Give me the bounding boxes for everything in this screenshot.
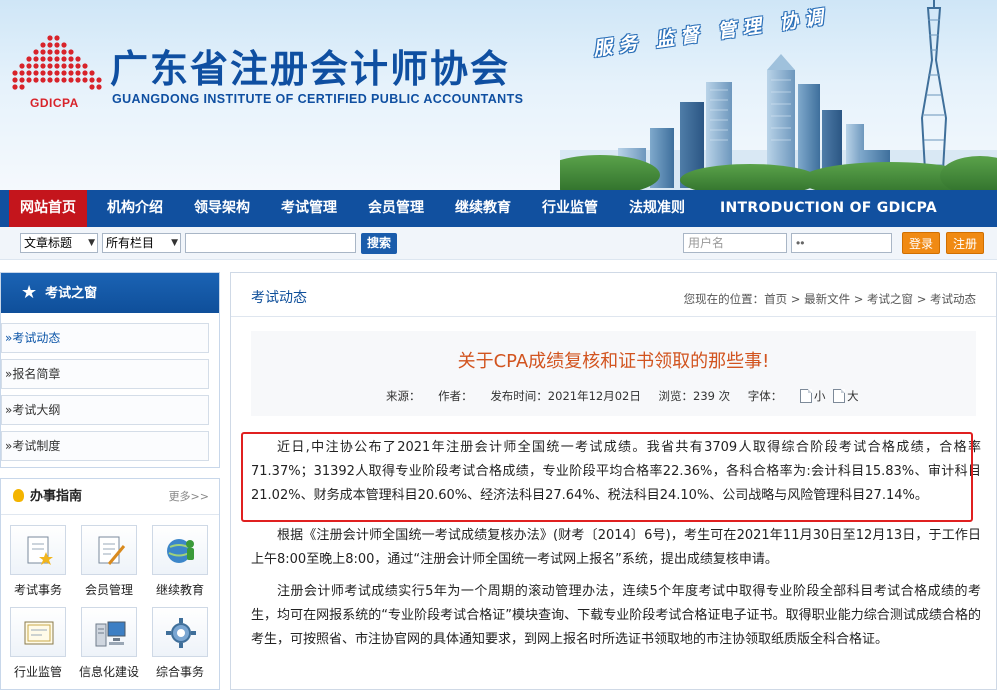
nav-leadership[interactable]: 领导架构	[183, 190, 261, 227]
more-link[interactable]: 更多>>	[169, 479, 209, 515]
logo-abbreviation: GDICPA	[30, 96, 79, 110]
nav-introduction-en[interactable]: INTRODUCTION OF GDICPA	[709, 190, 948, 227]
header-banner: GDICPA 广东省注册会计师协会 GUANGDONG INSTITUTE OF…	[0, 0, 997, 190]
article-author: 作者：	[438, 389, 473, 403]
certificate-icon	[24, 621, 54, 645]
gear-icon	[166, 618, 196, 648]
guide-tile-it-construction[interactable]	[81, 607, 137, 657]
search-button[interactable]: 搜索	[361, 233, 397, 254]
register-button[interactable]: 注册	[946, 232, 984, 254]
exam-window-panel: ★ 考试之窗 »考试动态 »报名简章 »考试大纲 »考试制度	[0, 272, 220, 468]
guide-tile-label: 会员管理	[84, 583, 133, 597]
search-column-select[interactable]: 所有栏目 ▼	[102, 233, 181, 253]
article-header: 关于CPA成绩复核和证书领取的那些事! 来源： 作者： 发布时间：2021年12…	[251, 331, 976, 416]
font-large-button[interactable]: 大	[847, 389, 859, 403]
search-scope-value: 文章标题	[24, 236, 73, 250]
site-title[interactable]: 广东省注册会计师协会	[110, 38, 510, 93]
guide-tile-label: 继续教育	[155, 583, 204, 597]
nav-home[interactable]: 网站首页	[9, 190, 87, 227]
content-header: 考试动态 您现在的位置：首页 > 最新文件 > 考试之窗 > 考试动态	[231, 273, 996, 317]
font-small-icon[interactable]	[799, 389, 812, 403]
computer-server-icon	[95, 621, 126, 647]
article-source: 来源：	[386, 389, 421, 403]
section-title: 考试动态	[251, 290, 307, 306]
nav-regulations[interactable]: 法规准则	[618, 190, 696, 227]
article-title: 关于CPA成绩复核和证书领取的那些事!	[457, 351, 770, 372]
guide-tile-general-affairs[interactable]	[152, 607, 208, 657]
site-subtitle: GUANGDONG INSTITUTE OF CERTIFIED PUBLIC …	[112, 92, 524, 106]
search-bar: 文章标题 ▼ 所有栏目 ▼ 搜索 用户名 •• 登录 注册	[0, 227, 997, 260]
sidebar-item-exam-news[interactable]: »考试动态	[1, 323, 209, 353]
sidebar-item-registration[interactable]: »报名简章	[1, 359, 209, 389]
city-skyline-illustration	[560, 0, 997, 190]
nav-exam-management[interactable]: 考试管理	[270, 190, 348, 227]
sidebar-item-syllabus[interactable]: »考试大纲	[1, 395, 209, 425]
sidebar-item-label: 考试动态	[12, 331, 61, 345]
breadcrumb[interactable]: 您现在的位置：首页 > 最新文件 > 考试之窗 > 考试动态	[684, 291, 976, 307]
sidebar-item-label: 考试制度	[12, 439, 61, 453]
guide-tile-label: 综合事务	[155, 665, 204, 679]
guide-tile-label: 信息化建设	[78, 665, 139, 679]
guide-tile-continuing-education[interactable]	[152, 525, 208, 575]
guide-tile-member-management[interactable]	[81, 525, 137, 575]
article-paragraph-2: 根据《注册会计师全国统一考试成绩复核办法》(财考〔2014〕6号)，考生可在20…	[251, 528, 981, 567]
document-pen-icon	[98, 536, 126, 565]
search-column-value: 所有栏目	[106, 236, 155, 250]
star-icon: ★	[21, 282, 38, 303]
chevron-down-icon: ▼	[88, 238, 95, 248]
sidebar-item-exam-system[interactable]: »考试制度	[1, 431, 209, 461]
nav-about[interactable]: 机构介绍	[96, 190, 174, 227]
document-star-icon	[27, 536, 53, 565]
search-keyword-input[interactable]	[185, 233, 356, 253]
guide-tile-label: 行业监管	[13, 665, 62, 679]
chevron-down-icon: ▼	[171, 238, 178, 248]
service-guide-panel: 办事指南 更多>> 考试事务 会员管理 继续教育 行业监管 信息化建设 综合事务	[0, 478, 220, 690]
guide-tile-label: 考试事务	[13, 583, 62, 597]
login-button[interactable]: 登录	[902, 232, 940, 254]
sidebar-item-label: 考试大纲	[12, 403, 61, 417]
username-input[interactable]: 用户名	[683, 233, 787, 253]
font-small-button[interactable]: 小	[814, 389, 826, 403]
globe-person-icon	[167, 539, 194, 563]
sidebar-item-label: 报名简章	[12, 367, 61, 381]
service-guide-header: 办事指南 更多>>	[1, 479, 219, 515]
font-large-icon[interactable]	[833, 389, 846, 403]
service-guide-title: 办事指南	[30, 489, 83, 504]
article-paragraph-3: 注册会计师考试成绩实行5年为一个周期的滚动管理办法，连续5个年度考试中取得专业阶…	[251, 584, 981, 647]
search-scope-select[interactable]: 文章标题 ▼	[20, 233, 98, 253]
article-views: 浏览：239 次	[658, 389, 731, 403]
exam-window-header: ★ 考试之窗	[1, 273, 219, 313]
nav-continuing-education[interactable]: 继续教育	[444, 190, 522, 227]
password-input[interactable]: ••	[791, 233, 892, 253]
article-meta: 来源： 作者： 发布时间：2021年12月02日 浏览：239 次 字体： 小 …	[386, 388, 873, 404]
guide-tile-industry-supervision[interactable]	[10, 607, 66, 657]
exam-window-title: 考试之窗	[45, 286, 98, 301]
nav-industry-supervision[interactable]: 行业监管	[531, 190, 609, 227]
article-publish-time: 发布时间：2021年12月02日	[490, 389, 641, 403]
highlight-box	[241, 432, 973, 522]
main-navigation: 网站首页 机构介绍 领导架构 考试管理 会员管理 继续教育 行业监管 法规准则 …	[0, 190, 997, 227]
guide-tile-exam-affairs[interactable]	[10, 525, 66, 575]
nav-member-management[interactable]: 会员管理	[357, 190, 435, 227]
lightbulb-icon	[13, 489, 24, 502]
font-size-label: 字体：	[747, 389, 783, 403]
